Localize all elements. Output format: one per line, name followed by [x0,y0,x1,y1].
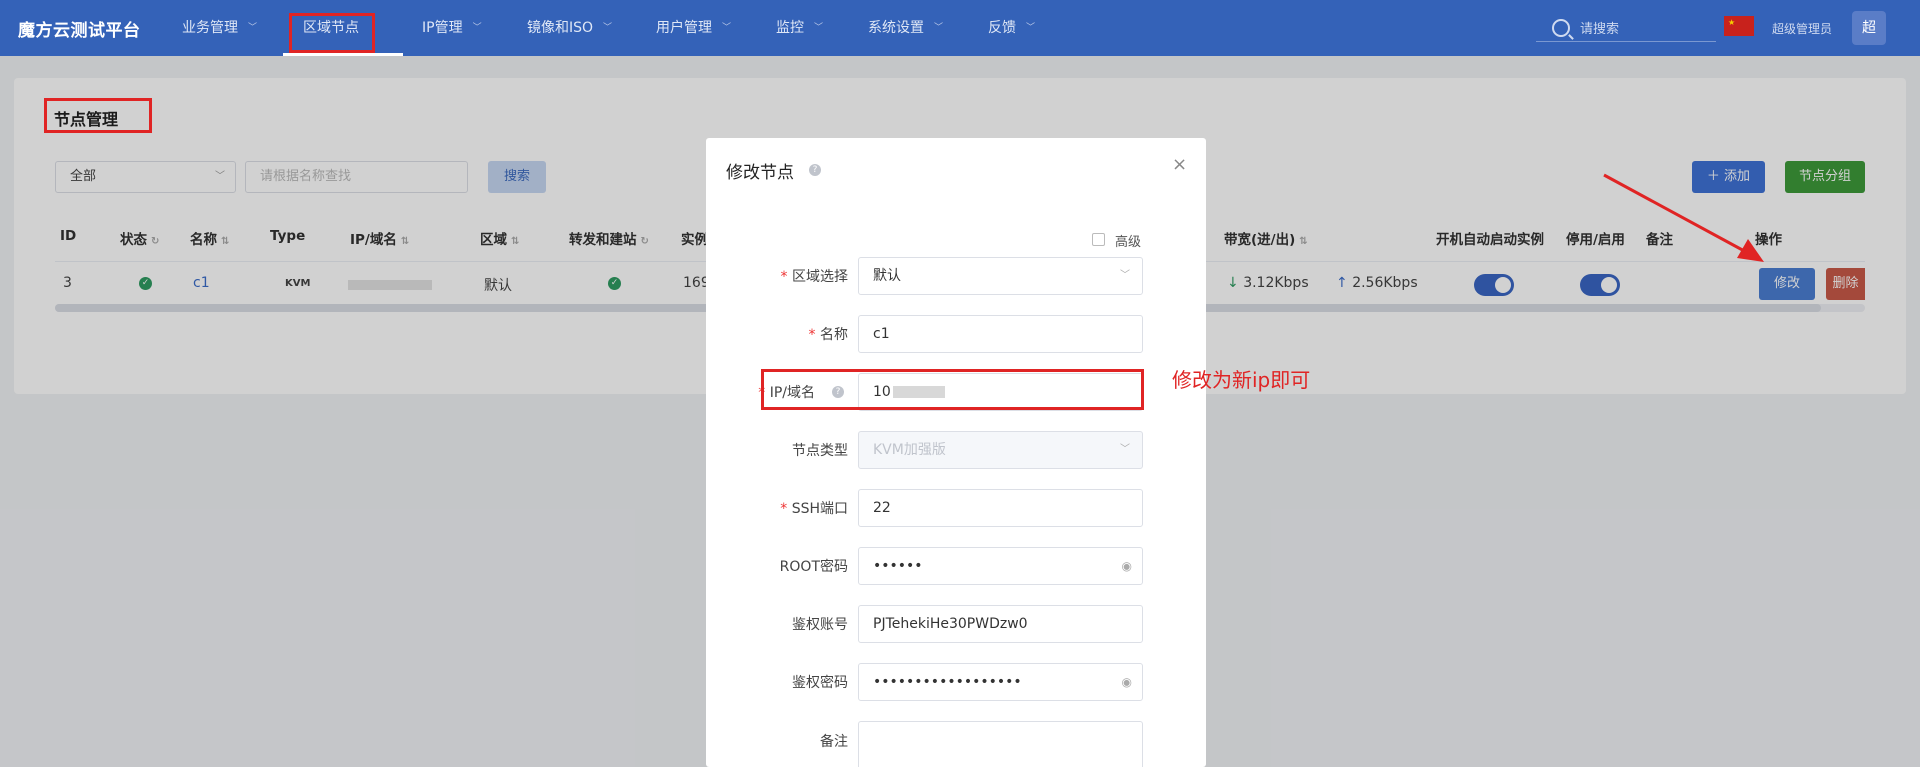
nav-label: IP管理 [422,20,463,36]
ssh-port-input[interactable]: 22 [858,489,1143,527]
flag-star: ★ [1728,18,1736,27]
annotation-highlight-ip [761,369,1144,410]
advanced-checkbox[interactable] [1092,233,1105,246]
global-search-input[interactable]: 请搜索 [1536,14,1716,42]
eye-icon[interactable]: ◉ [1122,548,1132,584]
auth-password-field-label: 鉴权密码 [792,675,848,691]
nav-label: 镜像和ISO [527,20,594,36]
nav-item-feedback[interactable]: 反馈 ﹀ [988,0,1035,56]
required-mark: * [808,327,816,343]
avatar[interactable]: 超 [1852,11,1886,45]
nav-item-monitor[interactable]: 监控 ﹀ [776,0,823,56]
chevron-down-icon: ﹀ [1120,270,1130,281]
chevron-down-icon: ﹀ [934,23,944,33]
label-text: SSH端口 [791,501,848,517]
chevron-down-icon: ﹀ [1120,444,1130,455]
nav-item-images-iso[interactable]: 镜像和ISO ﹀ [527,0,612,56]
chevron-down-icon: ﹀ [603,23,613,33]
ssh-port-field-label: * SSH端口 [720,498,848,518]
language-flag-icon[interactable]: ★ [1724,16,1754,36]
search-placeholder: 请搜索 [1580,22,1620,37]
label-text: 名称 [820,327,848,343]
auth-password-value: •••••••••••••••••• [873,674,1022,690]
help-icon[interactable]: ? [809,164,821,176]
nav-item-settings[interactable]: 系统设置 ﹀ [868,0,943,56]
region-select[interactable]: 默认 ﹀ [858,257,1143,295]
auth-password-input[interactable]: •••••••••••••••••• ◉ [858,663,1143,701]
name-field-label: * 名称 [720,324,848,344]
nav-item-users[interactable]: 用户管理 ﹀ [656,0,731,56]
name-input[interactable]: c1 [858,315,1143,353]
node-type-value: KVM加强版 [873,442,946,458]
label-text: 区域选择 [792,269,848,285]
chevron-down-icon: ﹀ [814,23,824,33]
admin-username[interactable]: 超级管理员 [1772,20,1832,37]
nav-label: 业务管理 [182,20,238,36]
required-mark: * [780,501,788,517]
nav-label: 系统设置 [868,20,924,36]
annotation-text: 修改为新ip即可 [1172,368,1311,392]
dialog-title: 修改节点 [726,163,794,183]
chevron-down-icon: ﹀ [1026,23,1036,33]
root-password-field-label: ROOT密码 [779,559,848,575]
eye-icon[interactable]: ◉ [1122,664,1132,700]
nav-label: 监控 [776,20,804,36]
auth-account-input[interactable]: PJTehekiHe30PWDzw0 [858,605,1143,643]
chevron-down-icon: ﹀ [722,23,732,33]
root-password-value: •••••• [873,558,923,574]
note-field-label: 备注 [820,734,848,750]
required-mark: * [780,269,788,285]
nav-label: 用户管理 [656,20,712,36]
annotation-highlight-nav [289,13,375,53]
chevron-down-icon: ﹀ [472,23,482,33]
auth-account-field-label: 鉴权账号 [792,617,848,633]
root-password-input[interactable]: •••••• ◉ [858,547,1143,585]
region-select-value: 默认 [873,268,901,284]
nav-item-ip[interactable]: IP管理 ﹀ [422,0,482,56]
close-icon[interactable]: × [1172,154,1187,175]
region-field-label: * 区域选择 [720,266,848,286]
search-icon [1552,18,1570,37]
node-type-field-label: 节点类型 [792,443,848,459]
nav-item-business[interactable]: 业务管理 ﹀ [182,0,257,56]
nav-label: 反馈 [988,20,1016,36]
app-logo-title[interactable]: 魔方云测试平台 [18,16,141,41]
chevron-down-icon: ﹀ [248,23,258,33]
annotation-highlight-title [44,98,152,133]
node-type-select: KVM加强版 ﹀ [858,431,1143,469]
advanced-checkbox-label[interactable]: 高级 [1115,231,1141,250]
note-textarea[interactable] [858,721,1143,767]
